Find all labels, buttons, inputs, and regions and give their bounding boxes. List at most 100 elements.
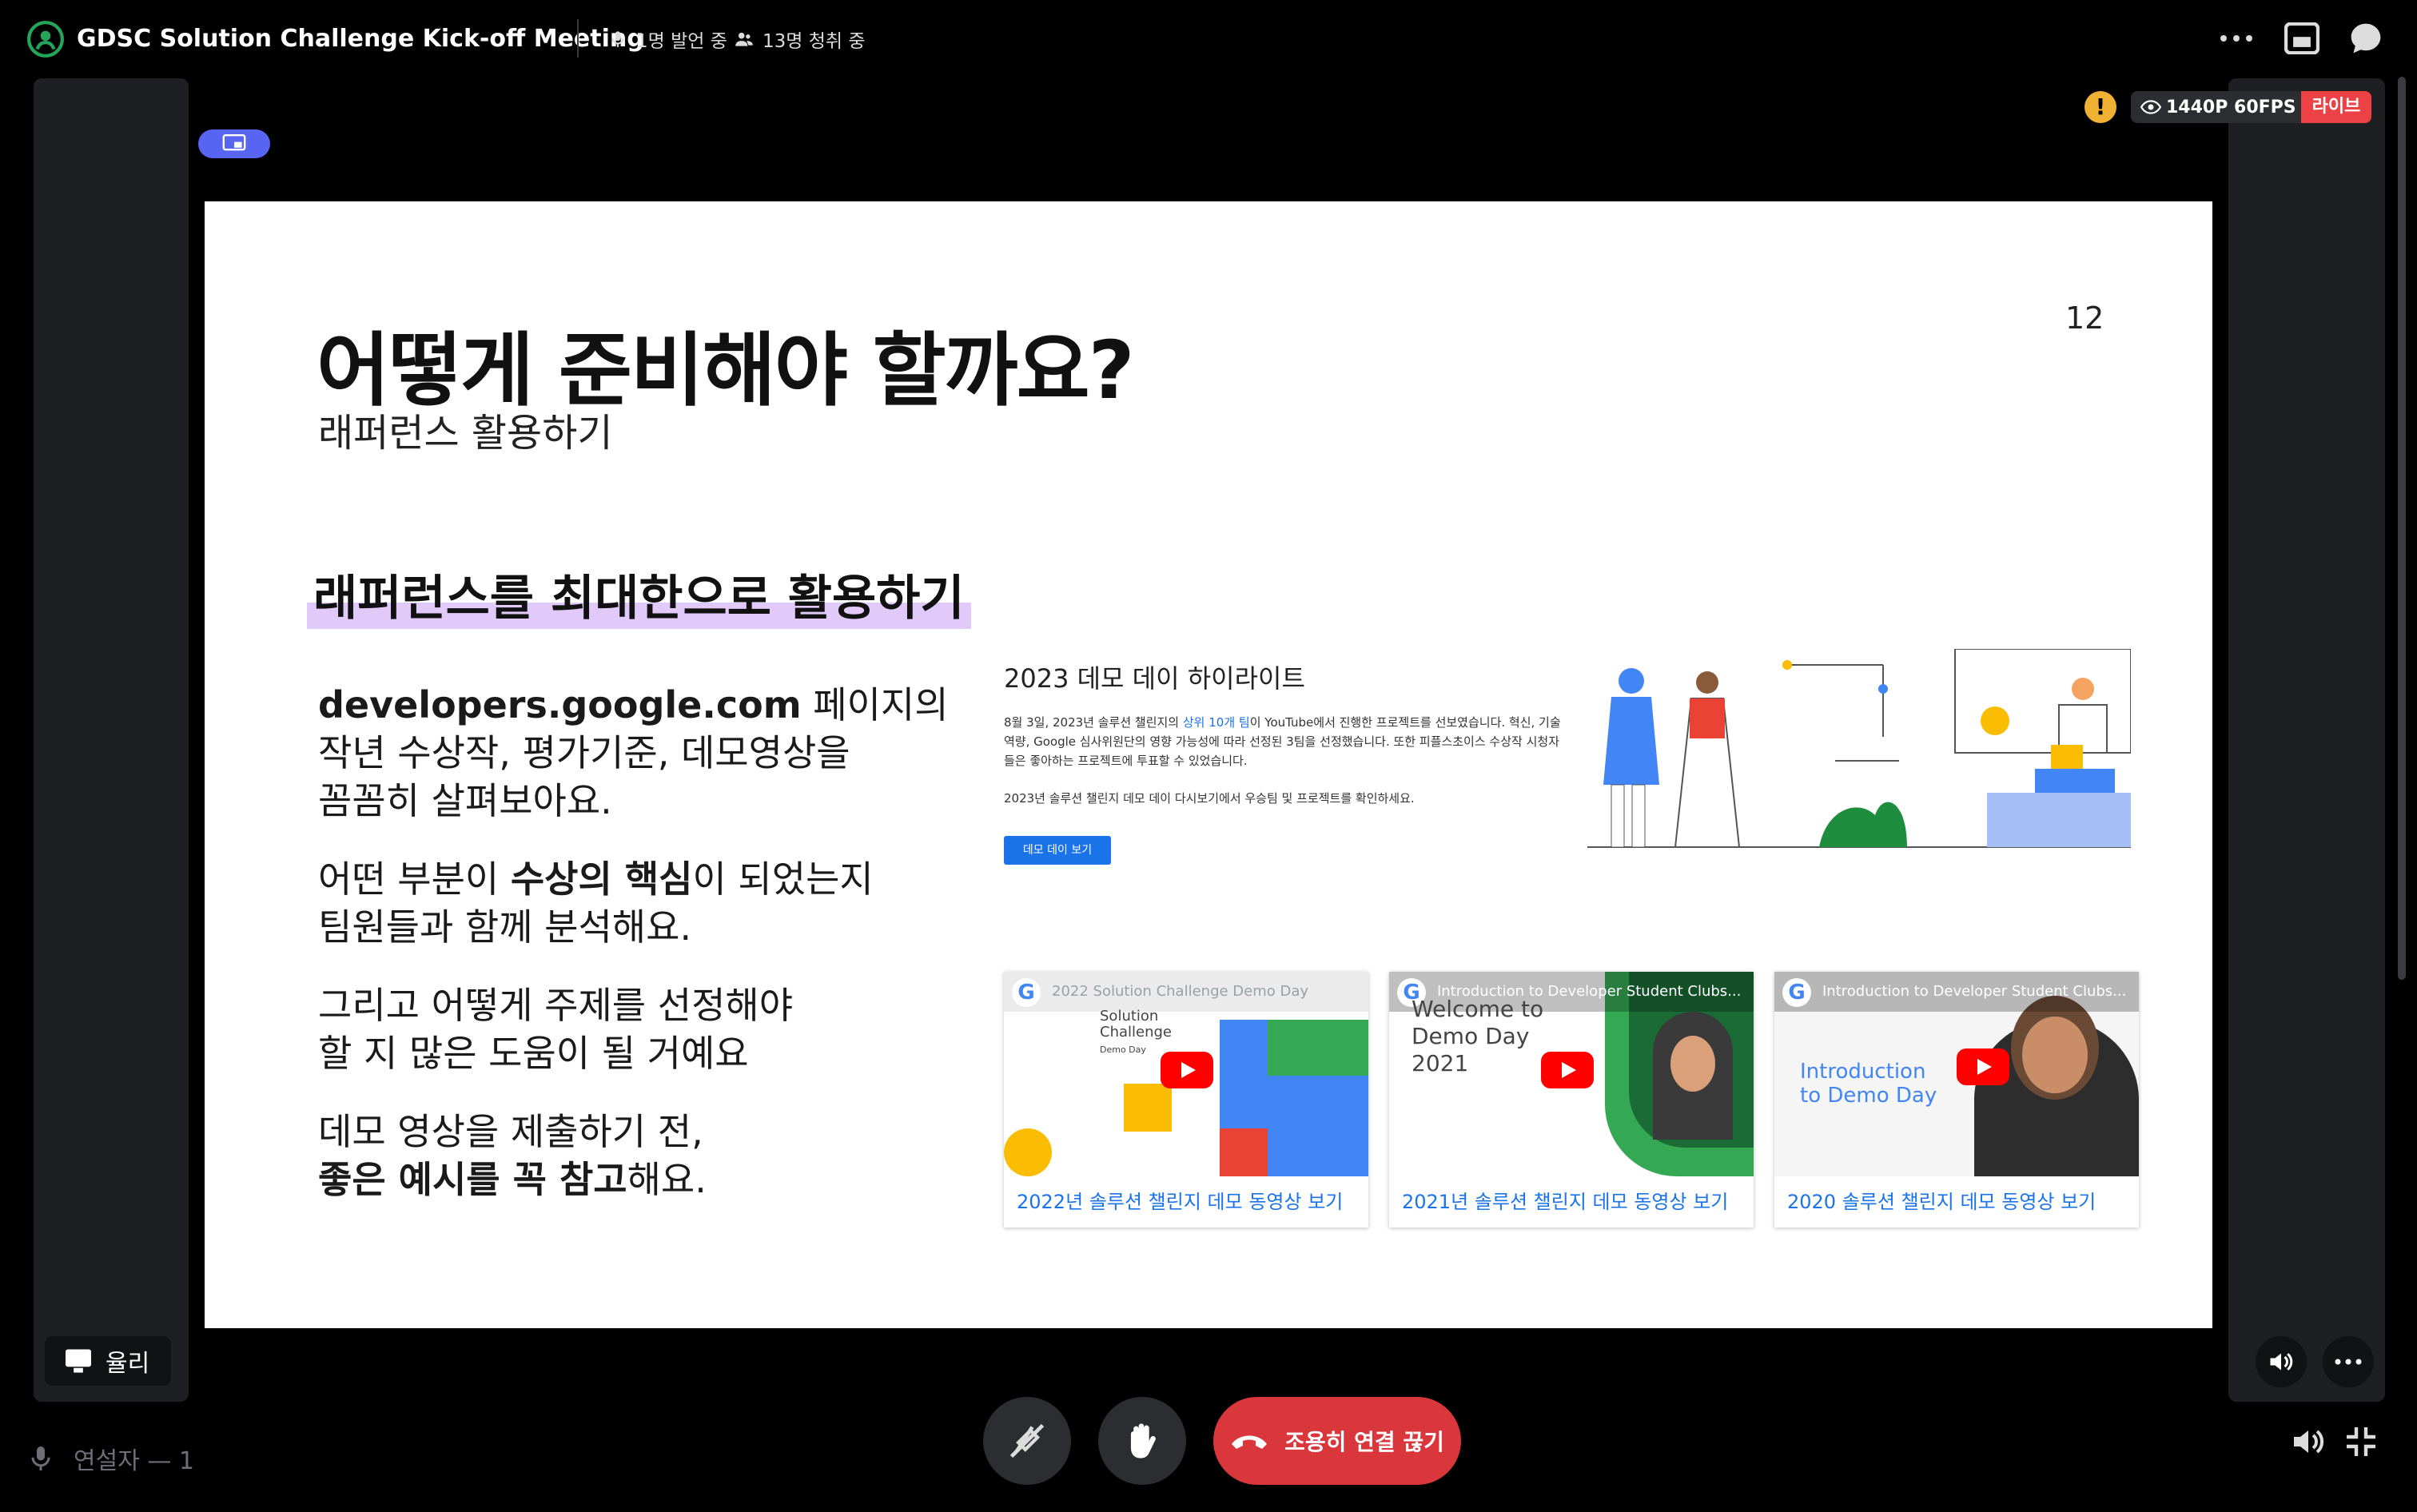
bullet-text: 어떤 부분이 [318, 857, 511, 901]
bullet-text: 그리고 어떻게 주제를 선정해야 [318, 984, 794, 1027]
people-icon [735, 32, 753, 46]
bullet-text: 작년 수상작, 평가기준, 데모영상을 [318, 731, 850, 774]
scrollbar[interactable] [2398, 77, 2406, 980]
google-g-icon: G [1782, 978, 1811, 1007]
raise-hand-button[interactable] [1098, 1397, 1186, 1485]
bullet-bold: developers.google.com [318, 683, 802, 726]
more-horizontal-icon [2335, 1359, 2362, 1365]
thumb-line: Demo Day [1412, 1023, 1530, 1049]
collapse-icon [2347, 1427, 2375, 1456]
highlight-title: 2023 데모 데이 하이라이트 [1004, 663, 1305, 694]
leave-label: 조용히 연결 끊기 [1284, 1429, 1444, 1455]
stage-channel-icon [27, 21, 64, 58]
stream-quality-badge: 1440P 60FPS 라이브 [2131, 91, 2372, 123]
leave-quietly-button[interactable]: 조용히 연결 끊기 [1213, 1397, 1461, 1485]
highlight-text-part: 8월 3일, 2023년 솔루션 챌린지의 [1004, 715, 1183, 730]
video-card-2020: Introduction to Developer Student Clubs.… [1774, 972, 2139, 1228]
youtube-play-icon [1161, 1052, 1213, 1088]
bullet-text: 페이지의 [801, 683, 949, 726]
quality-label: 1440P 60FPS [2166, 97, 2296, 117]
channel-title: GDSC Solution Challenge Kick-off Meeting [77, 25, 644, 53]
video-card-2021: Introduction to Developer Student Clubs.… [1389, 972, 1754, 1228]
screen-share-icon [222, 134, 246, 151]
microphone-off-icon [1009, 1423, 1045, 1458]
monitor-icon [66, 1349, 91, 1373]
presenter-chip[interactable]: 율리 [45, 1336, 171, 1386]
thumb-line: to Demo Day [1800, 1084, 1937, 1108]
speakers-section-label: 연설자 — 1 [74, 1447, 194, 1475]
bullet-list: developers.google.com 페이지의 작년 수상작, 평가기준,… [318, 681, 1037, 1234]
highlight-link: 상위 10개 팀 [1182, 715, 1250, 730]
bullet-text: 해요. [627, 1158, 707, 1201]
thumb-line: Solution [1100, 1008, 1159, 1025]
people-illustration [1587, 649, 2131, 848]
stream-more-button[interactable] [2323, 1336, 2374, 1387]
speakers-section: 연설자 — 1 [29, 1438, 194, 1478]
hang-up-icon [1232, 1435, 1268, 1449]
video-title-bar: 2022 Solution Challenge Demo Day [1004, 972, 1368, 1012]
mute-microphone-button[interactable] [983, 1397, 1071, 1485]
speakers-count: 1명 발언 중 [607, 19, 727, 59]
more-horizontal-icon [2220, 35, 2252, 42]
video-caption: 2022년 솔루션 챌린지 데모 동영상 보기 [1017, 1191, 1344, 1213]
thumb-line: Demo Day [1100, 1044, 1146, 1055]
volume-icon [2270, 1353, 2293, 1371]
video-card-2022: 2022 Solution Challenge Demo Day G Solut… [1004, 972, 1368, 1228]
listeners-count: 13명 청취 중 [734, 19, 866, 59]
popout-button[interactable] [2281, 18, 2323, 59]
eye-icon [2140, 100, 2161, 114]
demo-day-button: 데모 데이 보기 [1004, 836, 1111, 865]
bullet-item: developers.google.com 페이지의 작년 수상작, 평가기준,… [318, 681, 1037, 825]
slide-page-number: 12 [2065, 300, 2104, 336]
bullet-text: 할 지 많은 도움이 될 거예요 [318, 1032, 749, 1075]
popout-icon [2284, 22, 2319, 54]
shared-slide: 어떻게 준비해야 할까요? 래퍼런스 활용하기 12 래퍼런스를 최대한으로 활… [205, 201, 2212, 1328]
warning-icon[interactable]: ! [2085, 91, 2116, 123]
live-badge: 라이브 [2300, 91, 2372, 123]
chat-bubble-icon [2351, 23, 2381, 54]
hand-icon [1130, 1423, 1156, 1458]
video-title-bar: Introduction to Developer Student Clubs.… [1774, 972, 2139, 1012]
bullet-text: 팀원들과 함께 분석해요. [318, 905, 692, 949]
top-bar: GDSC Solution Challenge Kick-off Meeting… [0, 0, 2417, 77]
bullet-text: 이 되었는지 [692, 857, 874, 901]
chat-button[interactable] [2345, 18, 2387, 59]
video-caption: 2021년 솔루션 챌린지 데모 동영상 보기 [1402, 1191, 1729, 1213]
youtube-play-icon [1541, 1052, 1594, 1088]
screen-share-badge[interactable] [198, 129, 270, 158]
slide-subtitle: 래퍼런스 활용하기 [318, 411, 613, 456]
bullet-item: 그리고 어떻게 주제를 선정해야 할 지 많은 도움이 될 거예요 [318, 981, 1037, 1077]
thumb-line: Welcome to [1412, 996, 1544, 1022]
speakers-label: 1명 발언 중 [636, 31, 727, 52]
microphone-icon [31, 1446, 50, 1470]
bullet-bold: 좋은 예시를 꼭 참고 [318, 1158, 627, 1201]
thumb-text: Welcome to Demo Day 2021 [1412, 996, 1543, 1077]
highlight-text: 8월 3일, 2023년 솔루션 챌린지의 상위 10개 팀이 YouTube에… [1004, 713, 1563, 770]
presenter-name: 율리 [106, 1350, 150, 1378]
left-tile-column [34, 78, 189, 1402]
bullet-bold: 수상의 핵심 [510, 857, 693, 901]
google-g-icon: G [1012, 978, 1041, 1007]
output-volume-button[interactable] [2286, 1419, 2331, 1464]
bullet-text: 꼼꼼히 살펴보아요. [318, 779, 612, 822]
video-thumbnail: Introduction to Developer Student Clubs.… [1389, 972, 1754, 1176]
video-thumbnail: Introduction to Developer Student Clubs.… [1774, 972, 2139, 1176]
bullet-text: 데모 영상을 제출하기 전, [318, 1110, 703, 1153]
right-tile-column [2228, 78, 2385, 1402]
thumb-line: Challenge [1100, 1024, 1172, 1040]
highlight-text-secondary: 2023년 솔루션 챌린지 데모 데이 다시보기에서 우승팀 및 프로젝트를 확… [1004, 791, 1415, 806]
video-caption: 2020 솔루션 챌린지 데모 동영상 보기 [1787, 1191, 2096, 1213]
microphone-icon [611, 31, 624, 47]
bullet-item: 데모 영상을 제출하기 전, 좋은 예시를 꼭 참고해요. [318, 1108, 1037, 1204]
listeners-label: 13명 청취 중 [763, 31, 866, 52]
youtube-play-icon [1957, 1048, 2009, 1085]
bullet-item: 어떤 부분이 수상의 핵심이 되었는지 팀원들과 함께 분석해요. [318, 855, 1037, 951]
exit-fullscreen-button[interactable] [2339, 1419, 2383, 1464]
stream-volume-button[interactable] [2256, 1336, 2307, 1387]
section-heading: 래퍼런스를 최대한으로 활용하기 [307, 559, 971, 629]
thumb-text: Solution Challenge Demo Day [1100, 1009, 1172, 1058]
video-thumbnail: 2022 Solution Challenge Demo Day G Solut… [1004, 972, 1368, 1176]
thumb-text: Introduction to Demo Day [1800, 1060, 1937, 1108]
more-options-button[interactable] [2216, 18, 2257, 59]
thumb-line: Introduction [1800, 1060, 1926, 1084]
